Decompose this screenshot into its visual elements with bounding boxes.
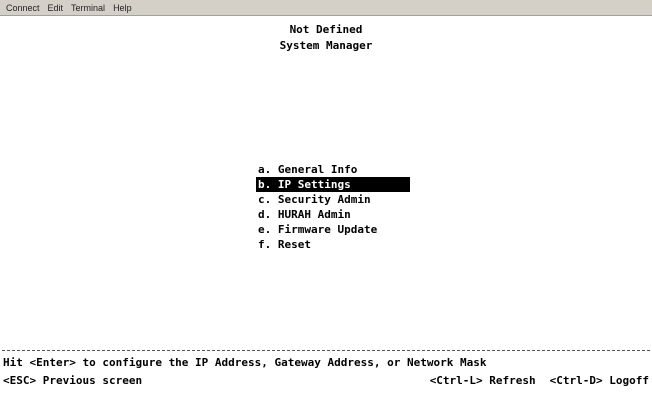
menu-terminal[interactable]: Terminal — [71, 3, 105, 13]
menu-item-reset[interactable]: f. Reset — [256, 237, 410, 252]
menu-item-ip-settings[interactable]: b. IP Settings — [256, 177, 410, 192]
device-name: Not Defined — [289, 23, 363, 36]
menu-connect[interactable]: Connect — [6, 3, 40, 13]
footer-keys: <ESC> Previous screen <Ctrl-L> Refresh <… — [3, 373, 649, 388]
main-menu: a. General Info b. IP Settings c. Securi… — [256, 162, 410, 252]
logoff-hint[interactable]: <Ctrl-D> Logoff — [550, 373, 649, 388]
status-message: Hit <Enter> to configure the IP Address,… — [3, 356, 487, 369]
menu-item-hurah-admin[interactable]: d. HURAH Admin — [256, 207, 410, 222]
refresh-hint[interactable]: <Ctrl-L> Refresh — [430, 373, 536, 388]
menu-edit[interactable]: Edit — [48, 3, 64, 13]
esc-hint[interactable]: <ESC> Previous screen — [3, 373, 142, 388]
menu-item-security-admin[interactable]: c. Security Admin — [256, 192, 410, 207]
menu-help[interactable]: Help — [113, 3, 132, 13]
menu-bar: Connect Edit Terminal Help — [0, 0, 652, 16]
terminal-screen: Not Defined System Manager a. General In… — [0, 17, 652, 404]
menu-item-general-info[interactable]: a. General Info — [256, 162, 410, 177]
page-title: System Manager — [279, 39, 373, 52]
menu-item-firmware-update[interactable]: e. Firmware Update — [256, 222, 410, 237]
divider — [2, 350, 650, 351]
